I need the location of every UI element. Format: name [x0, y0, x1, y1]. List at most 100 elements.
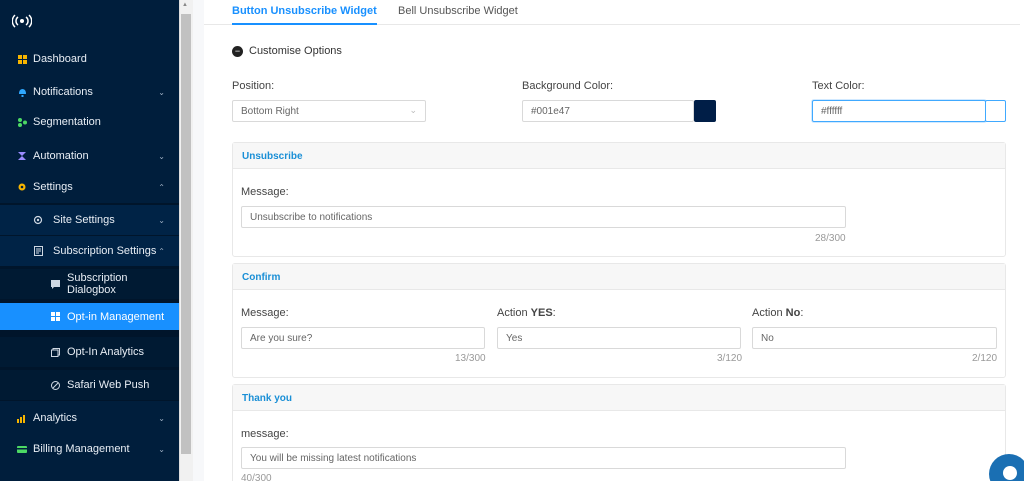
- chevron-up-icon: ⌃: [158, 182, 165, 192]
- sidebar-item-label: Opt-in Management: [67, 310, 165, 323]
- action-yes-counter: 3/120: [717, 353, 743, 364]
- action-no-counter: 2/120: [972, 353, 998, 364]
- unsubscribe-card-header: Unsubscribe: [233, 143, 1005, 169]
- sidebar-item-subscription-settings[interactable]: Subscription Settings ⌃: [0, 236, 179, 266]
- segment-icon: [17, 117, 27, 127]
- background-color-input[interactable]: #001e47: [522, 100, 694, 122]
- compass-icon: [50, 380, 60, 390]
- chevron-down-icon: ⌄: [158, 444, 165, 454]
- action-yes-label-colon: :: [552, 307, 556, 319]
- text-color-swatch[interactable]: [985, 100, 1006, 122]
- background-color-value: #001e47: [531, 105, 570, 117]
- chevron-down-icon: ⌄: [158, 87, 165, 97]
- chat-icon: [1003, 466, 1017, 480]
- thankyou-message-value: You will be missing latest notifications: [250, 452, 417, 464]
- broadcast-icon[interactable]: [11, 13, 33, 29]
- sidebar-item-opt-in-management[interactable]: Opt-in Management: [0, 303, 179, 330]
- action-yes-label-bold: YES: [530, 307, 553, 319]
- grid-icon: [17, 54, 27, 64]
- unsubscribe-char-counter: 28/300: [815, 233, 846, 244]
- sidebar-item-label: Safari Web Push: [67, 379, 150, 391]
- customise-options-label: Customise Options: [249, 45, 342, 57]
- dialog-icon: [50, 279, 60, 289]
- confirm-card-header: Confirm: [233, 264, 1005, 290]
- action-no-label-prefix: Action: [752, 307, 786, 319]
- sidebar-item-site-settings[interactable]: Site Settings ⌄: [0, 205, 179, 235]
- sidebar-item-label: Segmentation: [33, 116, 101, 128]
- action-yes-label-prefix: Action: [497, 307, 531, 319]
- text-color-value: #ffffff: [821, 105, 843, 117]
- cog-icon: [33, 215, 43, 225]
- chevron-up-icon: ⌃: [158, 246, 165, 256]
- sidebar: Dashboard Notifications ⌄ Segmentation A…: [0, 0, 179, 481]
- chevron-down-icon: ⌄: [409, 105, 417, 115]
- thankyou-title: Thank you: [242, 393, 293, 404]
- sidebar-item-label: Analytics: [33, 412, 78, 424]
- chevron-down-icon: ⌄: [158, 413, 165, 423]
- chevron-down-icon: ⌄: [158, 215, 165, 225]
- action-yes-value: Yes: [506, 332, 523, 344]
- position-select[interactable]: Bottom Right ⌄: [232, 100, 426, 122]
- thankyou-message-input[interactable]: You will be missing latest notifications: [241, 447, 846, 469]
- sidebar-item-label: Notifications: [33, 86, 93, 98]
- position-value: Bottom Right: [241, 105, 299, 117]
- sidebar-item-label: Subscription Settings: [53, 245, 157, 257]
- action-no-label-colon: :: [800, 307, 804, 319]
- action-no-value: No: [761, 332, 774, 344]
- action-yes-input[interactable]: Yes: [497, 327, 741, 349]
- action-no-input[interactable]: No: [752, 327, 997, 349]
- sidebar-item-safari-web-push[interactable]: Safari Web Push: [0, 370, 179, 400]
- automation-icon: [17, 151, 27, 161]
- unsubscribe-message-value: Unsubscribe to notifications: [250, 211, 373, 223]
- minus-circle-icon: −: [232, 45, 243, 57]
- widget-tabs: Button Unsubscribe Widget Bell Unsubscri…: [204, 0, 1020, 25]
- tab-bell-unsubscribe-widget[interactable]: Bell Unsubscribe Widget: [398, 5, 518, 25]
- bell-icon: [17, 87, 27, 97]
- sidebar-item-label: Site Settings: [53, 214, 115, 226]
- background-color-swatch[interactable]: [694, 100, 716, 122]
- confirm-message-counter: 13/300: [455, 353, 486, 364]
- customise-options-toggle[interactable]: − Customise Options: [232, 45, 342, 57]
- sidebar-item-analytics[interactable]: Analytics ⌄: [0, 403, 179, 433]
- sidebar-item-settings[interactable]: Settings ⌃: [0, 172, 179, 202]
- sidebar-item-automation[interactable]: Automation ⌄: [0, 141, 179, 171]
- unsubscribe-message-label: Message:: [241, 186, 289, 198]
- unsubscribe-message-input[interactable]: Unsubscribe to notifications: [241, 206, 846, 228]
- sidebar-item-label: Billing Management: [33, 443, 130, 455]
- action-no-label-bold: No: [785, 307, 801, 319]
- confirm-card: Confirm: [232, 263, 1006, 378]
- sidebar-item-label: Subscription Dialogbox: [67, 272, 128, 296]
- confirm-message-input[interactable]: Are you sure?: [241, 327, 485, 349]
- scrollbar-thumb[interactable]: [181, 14, 191, 454]
- scroll-up-arrow-icon[interactable]: ▲: [182, 2, 190, 10]
- confirm-title: Confirm: [242, 272, 281, 283]
- tab-button-unsubscribe-widget[interactable]: Button Unsubscribe Widget: [232, 5, 377, 25]
- text-color-label: Text Color:: [812, 80, 865, 92]
- sidebar-item-notifications[interactable]: Notifications ⌄: [0, 77, 179, 107]
- sidebar-item-label: Opt-In Analytics: [67, 346, 145, 358]
- copy-icon: [50, 347, 60, 357]
- chevron-down-icon: ⌄: [158, 151, 165, 161]
- sidebar-item-opt-in-analytics[interactable]: Opt-In Analytics: [0, 337, 179, 367]
- sidebar-item-label: Automation: [33, 150, 89, 162]
- confirm-message-value: Are you sure?: [250, 332, 313, 344]
- sidebar-item-label: Settings: [33, 181, 73, 193]
- chart-icon: [17, 413, 27, 423]
- sidebar-item-label: Dashboard: [33, 53, 87, 65]
- sidebar-item-billing-management[interactable]: Billing Management ⌄: [0, 434, 179, 464]
- background-color-label: Background Color:: [522, 80, 614, 92]
- unsubscribe-card: Unsubscribe: [232, 142, 1006, 257]
- sidebar-item-subscription-dialogbox[interactable]: Subscription Dialogbox: [0, 269, 179, 299]
- gear-icon: [17, 182, 27, 192]
- grid-icon: [50, 312, 60, 322]
- billing-icon: [17, 444, 27, 454]
- thankyou-message-label: message:: [241, 428, 289, 440]
- position-label: Position:: [232, 80, 275, 92]
- text-color-input[interactable]: #ffffff: [812, 100, 986, 122]
- sidebar-item-segmentation[interactable]: Segmentation: [0, 107, 179, 137]
- sidebar-item-dashboard[interactable]: Dashboard: [0, 44, 179, 74]
- thankyou-card-header: Thank you: [233, 385, 1005, 411]
- document-icon: [33, 246, 43, 256]
- action-yes-label: Action YES:: [497, 307, 556, 319]
- confirm-message-label: Message:: [241, 307, 289, 319]
